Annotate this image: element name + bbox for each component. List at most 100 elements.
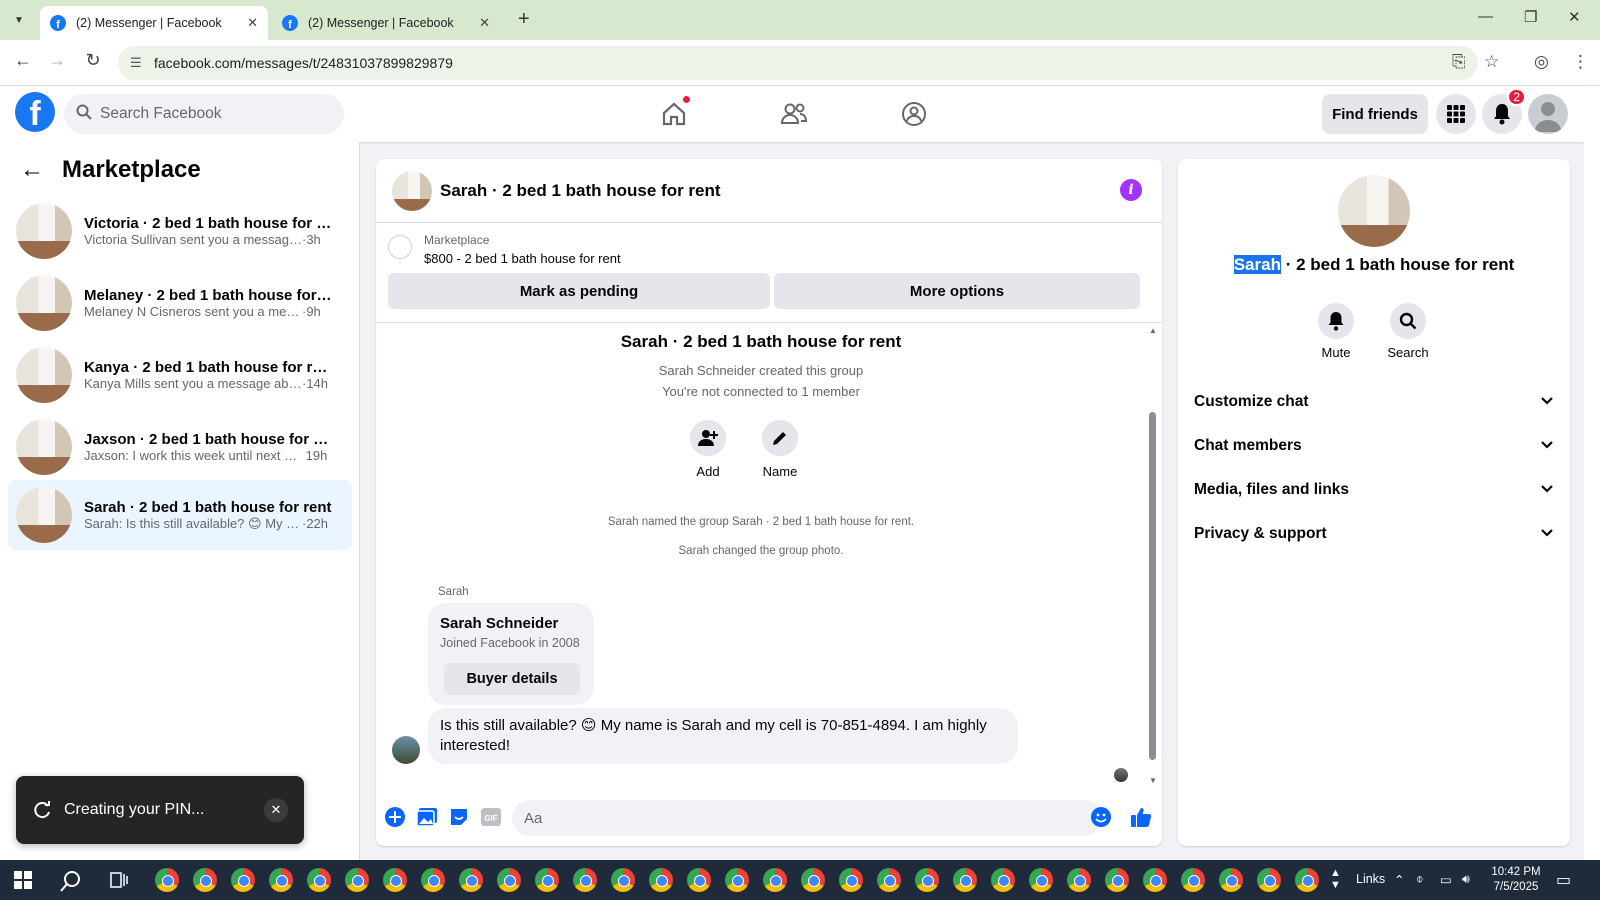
facebook-search-input[interactable]: Search Facebook bbox=[64, 94, 344, 134]
buyer-details-button[interactable]: Buyer details bbox=[444, 663, 580, 695]
taskbar-chrome-app-icon[interactable] bbox=[877, 868, 901, 892]
facebook-logo-icon[interactable]: f bbox=[15, 92, 55, 132]
back-arrow-icon[interactable]: ← bbox=[20, 156, 44, 184]
taskbar-chrome-app-icon[interactable] bbox=[383, 868, 407, 892]
scroll-down-icon[interactable]: ▼ bbox=[1147, 776, 1159, 785]
account-avatar[interactable] bbox=[1528, 94, 1568, 134]
scrollbar-thumb[interactable] bbox=[1149, 412, 1156, 760]
new-tab-icon[interactable]: + bbox=[518, 8, 530, 30]
tab-search-dropdown-icon[interactable]: ▼ bbox=[6, 8, 32, 32]
more-options-button[interactable]: More options bbox=[774, 273, 1140, 309]
listing-title[interactable]: $800 - 2 bed 1 bath house for rent bbox=[424, 251, 621, 266]
taskbar-chrome-app-icon[interactable] bbox=[345, 868, 369, 892]
window-close-icon[interactable]: ✕ bbox=[1568, 8, 1581, 26]
network-icon[interactable]: ▭ bbox=[1440, 872, 1452, 887]
customize-chat-section[interactable]: Customize chat bbox=[1192, 381, 1556, 423]
group-photo[interactable] bbox=[1338, 175, 1410, 247]
message-bubble[interactable]: Is this still available? 😊 My name is Sa… bbox=[428, 708, 1018, 764]
toast-close-icon[interactable]: ✕ bbox=[264, 798, 288, 822]
taskbar-chrome-app-icon[interactable] bbox=[497, 868, 521, 892]
sticker-icon[interactable] bbox=[448, 806, 470, 828]
taskbar-chrome-app-icon[interactable] bbox=[953, 868, 977, 892]
task-view-icon[interactable] bbox=[110, 872, 128, 893]
add-member-button[interactable]: Add bbox=[678, 420, 738, 479]
taskbar-clock[interactable]: 10:42 PM 7/5/2025 bbox=[1476, 865, 1556, 895]
taskbar-chrome-app-icon[interactable] bbox=[1219, 868, 1243, 892]
friends-nav-icon[interactable] bbox=[776, 96, 812, 132]
conversation-item-active[interactable]: Sarah · 2 bed 1 bath house for rent Sara… bbox=[8, 480, 352, 550]
emoji-icon[interactable] bbox=[1090, 806, 1112, 828]
gif-icon[interactable]: GIF bbox=[480, 806, 502, 828]
scroll-up-icon[interactable]: ▲ bbox=[1147, 326, 1159, 335]
taskbar-chrome-app-icon[interactable] bbox=[649, 868, 673, 892]
message-input[interactable]: Aa bbox=[512, 800, 1102, 836]
taskbar-chrome-app-icon[interactable] bbox=[307, 868, 331, 892]
home-nav-icon[interactable] bbox=[656, 96, 692, 132]
name-group-button[interactable]: Name bbox=[750, 420, 810, 479]
taskbar-chrome-app-icon[interactable] bbox=[421, 868, 445, 892]
taskbar-chrome-app-icon[interactable] bbox=[1029, 868, 1053, 892]
action-center-icon[interactable]: ▭ bbox=[1556, 870, 1571, 890]
chat-members-section[interactable]: Chat members bbox=[1192, 425, 1556, 467]
taskbar-chrome-app-icon[interactable] bbox=[155, 868, 179, 892]
page-scrollbar[interactable] bbox=[1584, 86, 1600, 860]
windows-start-icon[interactable] bbox=[14, 871, 32, 894]
thumbs-up-icon[interactable] bbox=[1130, 806, 1152, 828]
listing-thumbnail[interactable] bbox=[388, 235, 412, 259]
links-toolbar[interactable]: Links bbox=[1356, 872, 1385, 886]
minimize-icon[interactable]: — bbox=[1478, 8, 1493, 25]
taskbar-chrome-app-icon[interactable] bbox=[193, 868, 217, 892]
message-scrollbar[interactable]: ▲ ▼ bbox=[1147, 324, 1159, 790]
taskbar-scroll-icon[interactable]: ▲ ▼ bbox=[1330, 867, 1341, 891]
taskbar-chrome-app-icon[interactable] bbox=[687, 868, 711, 892]
browser-tab-2[interactable]: f (2) Messenger | Facebook ✕ bbox=[272, 6, 500, 40]
bookmark-star-icon[interactable]: ☆ bbox=[1484, 52, 1499, 72]
browser-menu-icon[interactable]: ⋮ bbox=[1572, 52, 1589, 72]
groups-nav-icon[interactable] bbox=[896, 96, 932, 132]
taskbar-chrome-app-icon[interactable] bbox=[839, 868, 863, 892]
notifications-button[interactable]: 2 bbox=[1482, 88, 1526, 134]
conversation-item[interactable]: Victoria · 2 bed 1 bath house for re... … bbox=[8, 196, 352, 266]
taskbar-chrome-app-icon[interactable] bbox=[763, 868, 787, 892]
conversation-item[interactable]: Kanya · 2 bed 1 bath house for rent Kany… bbox=[8, 340, 352, 410]
taskbar-chrome-app-icon[interactable] bbox=[915, 868, 939, 892]
conversation-item[interactable]: Jaxson · 2 bed 1 bath house for rent Jax… bbox=[8, 412, 352, 482]
info-icon[interactable]: i bbox=[1120, 179, 1142, 201]
tab-close-icon[interactable]: ✕ bbox=[479, 15, 490, 31]
privacy-support-section[interactable]: Privacy & support bbox=[1192, 513, 1556, 555]
taskbar-chrome-app-icon[interactable] bbox=[1143, 868, 1167, 892]
chat-title[interactable]: Sarah · 2 bed 1 bath house for rent bbox=[440, 181, 721, 201]
volume-icon[interactable]: 🔊︎ bbox=[1462, 872, 1470, 887]
restore-icon[interactable]: ❐ bbox=[1524, 8, 1537, 26]
taskbar-chrome-app-icon[interactable] bbox=[1105, 868, 1129, 892]
profile-icon[interactable]: ◎ bbox=[1534, 52, 1549, 72]
taskbar-chrome-app-icon[interactable] bbox=[801, 868, 825, 892]
plus-icon[interactable] bbox=[384, 806, 406, 828]
mute-button[interactable]: Mute bbox=[1306, 303, 1366, 360]
back-icon[interactable]: ← bbox=[10, 50, 36, 71]
photo-icon[interactable] bbox=[416, 806, 438, 828]
site-info-icon[interactable]: ☰ bbox=[130, 55, 142, 71]
taskbar-chrome-app-icon[interactable] bbox=[231, 868, 255, 892]
taskbar-chrome-app-icon[interactable] bbox=[535, 868, 559, 892]
tray-expand-icon[interactable]: ⌃ bbox=[1394, 872, 1404, 887]
browser-tab-1[interactable]: f (2) Messenger | Facebook ✕ bbox=[40, 6, 268, 40]
conversation-item[interactable]: Melaney · 2 bed 1 bath house for r... Me… bbox=[8, 268, 352, 338]
media-files-links-section[interactable]: Media, files and links bbox=[1192, 469, 1556, 511]
taskbar-chrome-app-icon[interactable] bbox=[459, 868, 483, 892]
address-bar[interactable]: ☰ facebook.com/messages/t/24831037899829… bbox=[118, 46, 1478, 80]
taskbar-chrome-app-icon[interactable] bbox=[991, 868, 1015, 892]
taskbar-chrome-app-icon[interactable] bbox=[1295, 868, 1319, 892]
mark-as-pending-button[interactable]: Mark as pending bbox=[388, 273, 770, 309]
taskbar-chrome-app-icon[interactable] bbox=[611, 868, 635, 892]
sender-avatar[interactable] bbox=[392, 736, 420, 764]
reload-icon[interactable]: ↻ bbox=[80, 50, 106, 71]
taskbar-chrome-app-icon[interactable] bbox=[1257, 868, 1281, 892]
taskbar-chrome-app-icon[interactable] bbox=[269, 868, 293, 892]
menu-grid-icon[interactable] bbox=[1436, 94, 1476, 134]
taskbar-chrome-app-icon[interactable] bbox=[1181, 868, 1205, 892]
install-app-icon[interactable]: ⎘ bbox=[1452, 52, 1466, 72]
taskbar-search-icon[interactable] bbox=[60, 870, 82, 897]
taskbar-chrome-app-icon[interactable] bbox=[725, 868, 749, 892]
search-in-chat-button[interactable]: Search bbox=[1378, 303, 1438, 360]
